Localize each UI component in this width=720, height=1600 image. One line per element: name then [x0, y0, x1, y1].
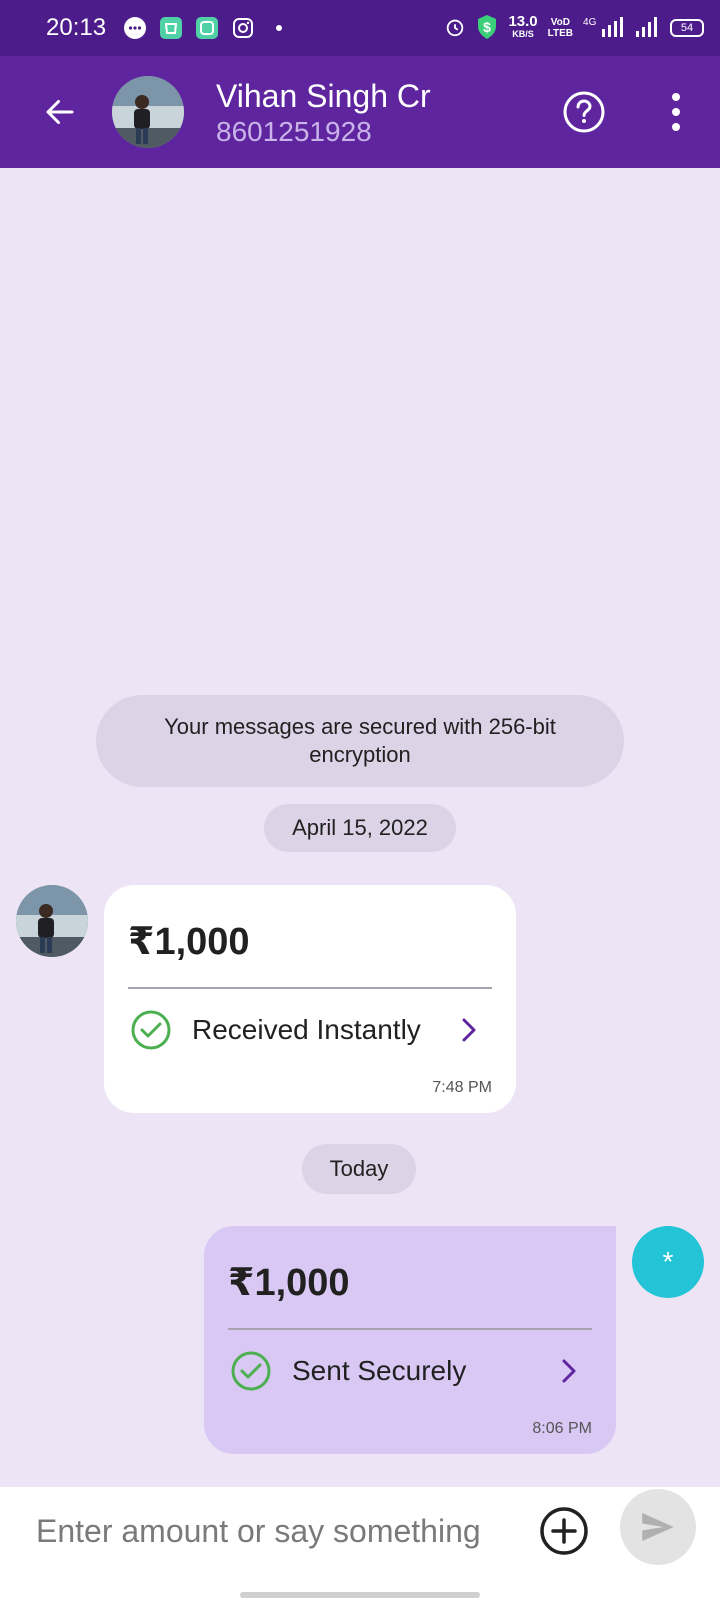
- message-composer: [0, 1487, 720, 1600]
- message-input[interactable]: [36, 1507, 516, 1555]
- chat-notification-icon: [122, 15, 148, 41]
- back-button[interactable]: [34, 86, 86, 138]
- shopping-app-icon: [158, 15, 184, 41]
- avatar-photo-icon: [112, 76, 184, 148]
- instagram-icon: [230, 15, 256, 41]
- avatar-photo-icon: [16, 885, 88, 957]
- more-options-button[interactable]: [656, 86, 696, 138]
- help-circle-icon: [563, 91, 605, 133]
- dot-icon: [672, 93, 680, 101]
- help-button[interactable]: [560, 88, 608, 136]
- svg-text:$: $: [484, 19, 492, 35]
- chat-header: Vihan Singh Cr 8601251928: [0, 56, 720, 168]
- signal-4g-icon: 4G: [583, 16, 624, 40]
- encryption-notice: Your messages are secured with 256-bit e…: [96, 695, 624, 787]
- gesture-bar: [240, 1592, 480, 1598]
- payment-status: Received Instantly: [192, 1014, 421, 1045]
- gallery-app-icon: [194, 15, 220, 41]
- date-separator: Today: [302, 1144, 416, 1194]
- send-icon: [642, 1513, 674, 1541]
- signal-strength-icon: [634, 16, 660, 40]
- payment-status: Sent Securely: [292, 1355, 467, 1386]
- message-time: 7:48 PM: [432, 1079, 492, 1096]
- battery-icon: 54: [670, 19, 704, 37]
- more-notifications-dot-icon: [266, 15, 292, 41]
- alarm-icon: [444, 16, 466, 41]
- notification-icons: [122, 15, 292, 41]
- arrow-left-icon: [46, 100, 74, 124]
- sender-avatar[interactable]: [16, 885, 88, 957]
- message-time: 8:06 PM: [532, 1420, 592, 1437]
- send-button[interactable]: [620, 1489, 696, 1565]
- add-attachment-button[interactable]: [538, 1505, 590, 1557]
- contact-avatar[interactable]: [112, 76, 184, 148]
- check-circle-icon: [231, 1351, 271, 1391]
- security-shield-icon: $: [476, 14, 498, 43]
- check-circle-icon: [131, 1010, 171, 1050]
- divider: [128, 987, 492, 989]
- status-bar: 20:13 $ 13.0 KB/S VoD LTEB 4G 54: [0, 0, 720, 56]
- floating-action-button[interactable]: *: [632, 1226, 704, 1298]
- date-separator: April 15, 2022: [264, 804, 456, 852]
- chevron-right-icon[interactable]: [554, 1356, 584, 1386]
- plus-circle-icon: [540, 1507, 588, 1555]
- sent-payment-card[interactable]: ₹1,000 Sent Securely 8:06 PM: [204, 1226, 616, 1454]
- dot-icon: [672, 123, 680, 131]
- payment-amount: ₹1,000: [228, 1262, 350, 1304]
- payment-amount: ₹1,000: [128, 921, 250, 963]
- received-payment-card[interactable]: ₹1,000 Received Instantly 7:48 PM: [104, 885, 516, 1113]
- contact-name[interactable]: Vihan Singh Cr: [216, 78, 431, 115]
- dot-icon: [672, 108, 680, 116]
- contact-phone: 8601251928: [216, 116, 372, 147]
- volte-indicator: VoD LTEB: [547, 17, 574, 39]
- network-speed: 13.0 KB/S: [508, 13, 538, 39]
- chevron-right-icon[interactable]: [454, 1015, 484, 1045]
- system-indicators: $ 13.0 KB/S VoD LTEB 4G 54: [444, 14, 704, 43]
- status-time: 20:13: [46, 14, 107, 41]
- divider: [228, 1328, 592, 1330]
